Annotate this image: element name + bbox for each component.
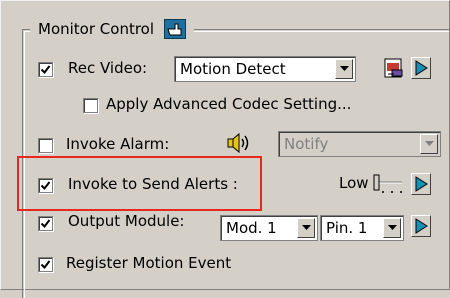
chevron-down-icon xyxy=(301,225,311,230)
output-pin-select[interactable]: Pin. 1 xyxy=(320,215,404,241)
output-label: Output Module: xyxy=(68,212,185,230)
register-label: Register Motion Event xyxy=(66,254,232,272)
chevron-down-icon xyxy=(424,141,434,146)
rec-video-select-value: Motion Detect xyxy=(180,60,286,78)
checkmark-icon xyxy=(40,219,51,229)
alarm-checkbox[interactable] xyxy=(38,138,53,153)
group-title: Monitor Control xyxy=(38,20,155,38)
codec-checkbox[interactable] xyxy=(83,98,98,113)
rec-video-checkbox[interactable] xyxy=(38,62,53,77)
output-module-select[interactable]: Mod. 1 xyxy=(220,215,318,241)
rec-video-select[interactable]: Motion Detect xyxy=(174,56,356,82)
output-module-dropdown-button[interactable] xyxy=(297,218,315,238)
settings-doc-icon[interactable] xyxy=(382,57,406,79)
output-module-value: Mod. 1 xyxy=(226,219,277,237)
speaker-icon[interactable] xyxy=(226,131,254,155)
alarm-label: Invoke Alarm: xyxy=(66,135,170,153)
slider-icon[interactable] xyxy=(372,172,404,196)
alerts-level-label: Low xyxy=(339,174,369,192)
chevron-down-icon xyxy=(387,225,397,230)
hand-pointer-icon[interactable] xyxy=(164,19,187,39)
codec-label: Apply Advanced Codec Setting... xyxy=(106,95,352,113)
chevron-down-icon xyxy=(339,66,349,71)
rec-video-play-button[interactable] xyxy=(411,57,431,79)
play-icon xyxy=(415,218,428,234)
checkmark-icon xyxy=(40,65,51,75)
alarm-select[interactable]: Notify xyxy=(278,131,441,157)
alerts-highlight-box xyxy=(17,156,262,211)
register-checkbox[interactable] xyxy=(38,257,53,272)
alarm-dropdown-button[interactable] xyxy=(420,134,438,154)
output-checkbox[interactable] xyxy=(38,216,53,231)
output-pin-dropdown-button[interactable] xyxy=(383,218,401,238)
play-icon xyxy=(415,60,428,76)
groupbox-legend: Monitor Control xyxy=(30,18,195,40)
output-pin-value: Pin. 1 xyxy=(326,219,368,237)
rec-video-dropdown-button[interactable] xyxy=(335,59,353,79)
checkmark-icon xyxy=(40,260,51,270)
play-icon xyxy=(415,176,428,192)
alerts-play-button[interactable] xyxy=(411,173,431,195)
rec-video-label: Rec Video: xyxy=(68,59,148,77)
output-play-button[interactable] xyxy=(411,215,431,237)
alarm-select-value: Notify xyxy=(284,135,329,153)
